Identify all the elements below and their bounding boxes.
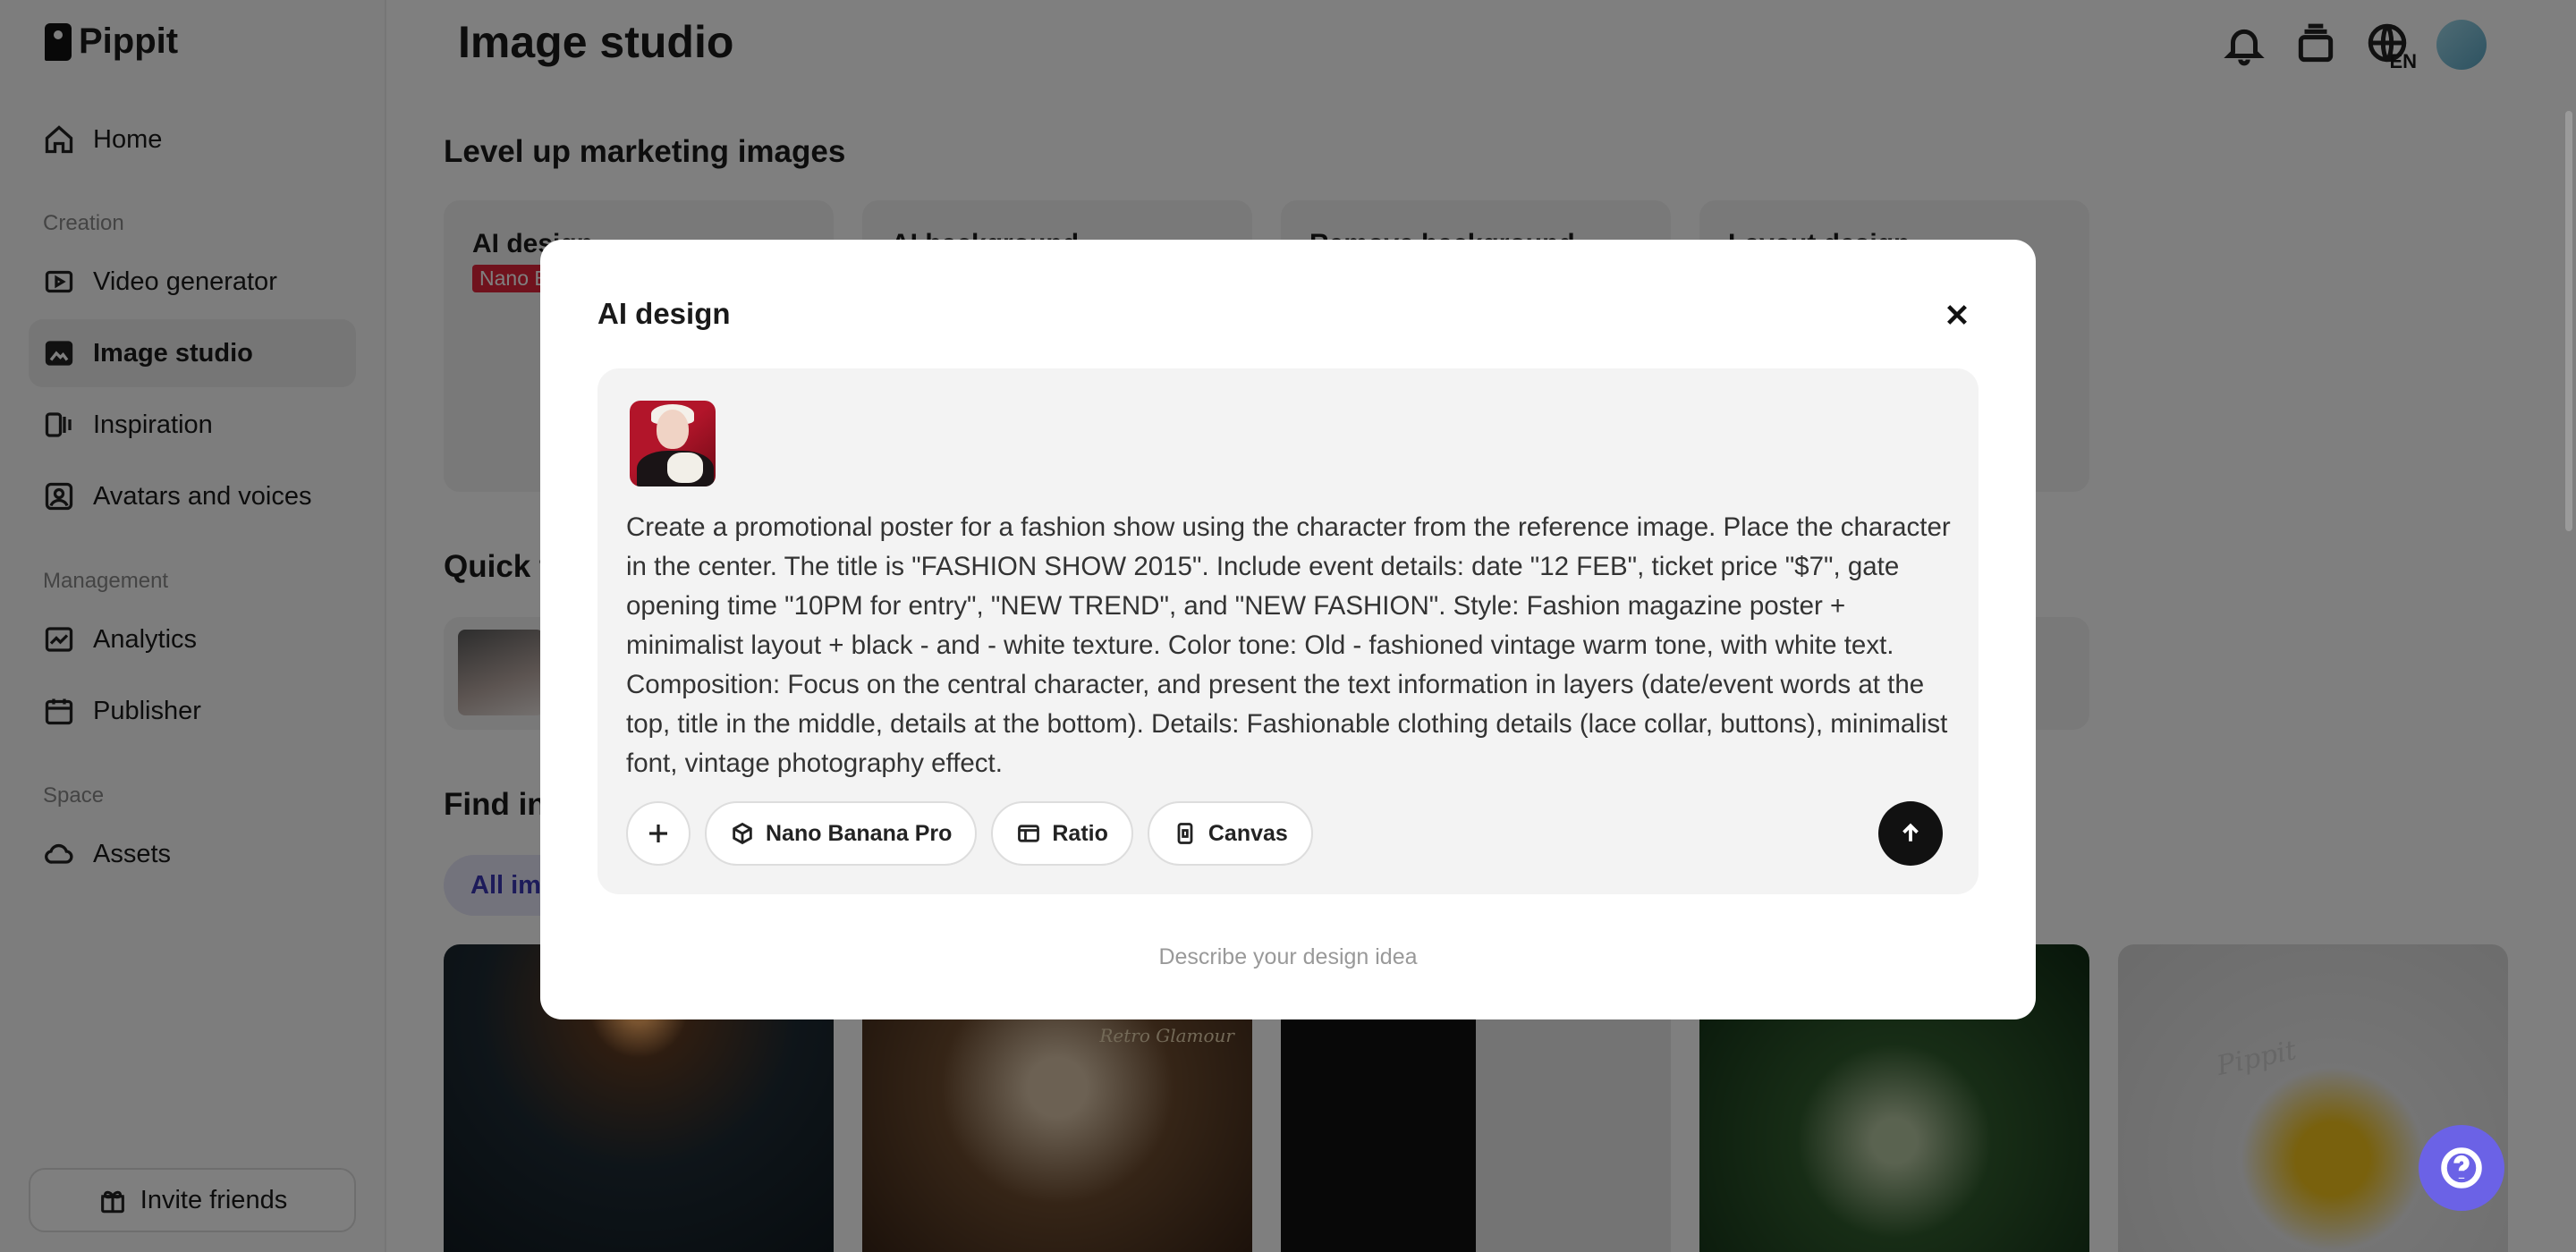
prompt-box[interactable]: Create a promotional poster for a fashio…	[597, 368, 1979, 894]
prompt-input[interactable]: Create a promotional poster for a fashio…	[626, 508, 1953, 783]
prompt-toolbar: Nano Banana Pro Ratio Canvas	[626, 801, 1313, 866]
plus-icon	[649, 825, 667, 842]
close-button[interactable]	[1936, 293, 1979, 336]
page-scrollbar[interactable]	[2565, 111, 2572, 531]
ratio-selector[interactable]: Ratio	[991, 801, 1133, 866]
cube-icon	[733, 822, 752, 845]
ratio-icon	[1018, 825, 1040, 842]
canvas-selector[interactable]: Canvas	[1147, 801, 1313, 866]
arrow-up-icon	[1902, 823, 1919, 842]
model-selector[interactable]: Nano Banana Pro	[705, 801, 978, 866]
canvas-icon	[1177, 823, 1193, 844]
close-icon	[1947, 305, 1967, 325]
prompt-hint: Describe your design idea	[1158, 944, 1418, 969]
ai-design-modal: AI design Create a promotional poster fo…	[540, 240, 2036, 1019]
help-icon	[2441, 1147, 2482, 1189]
reference-image-thumbnail[interactable]	[630, 401, 716, 486]
add-attachment-button[interactable]	[626, 801, 691, 866]
send-button[interactable]	[1878, 801, 1943, 866]
modal-title: AI design	[597, 297, 731, 330]
help-button[interactable]	[2419, 1125, 2504, 1211]
